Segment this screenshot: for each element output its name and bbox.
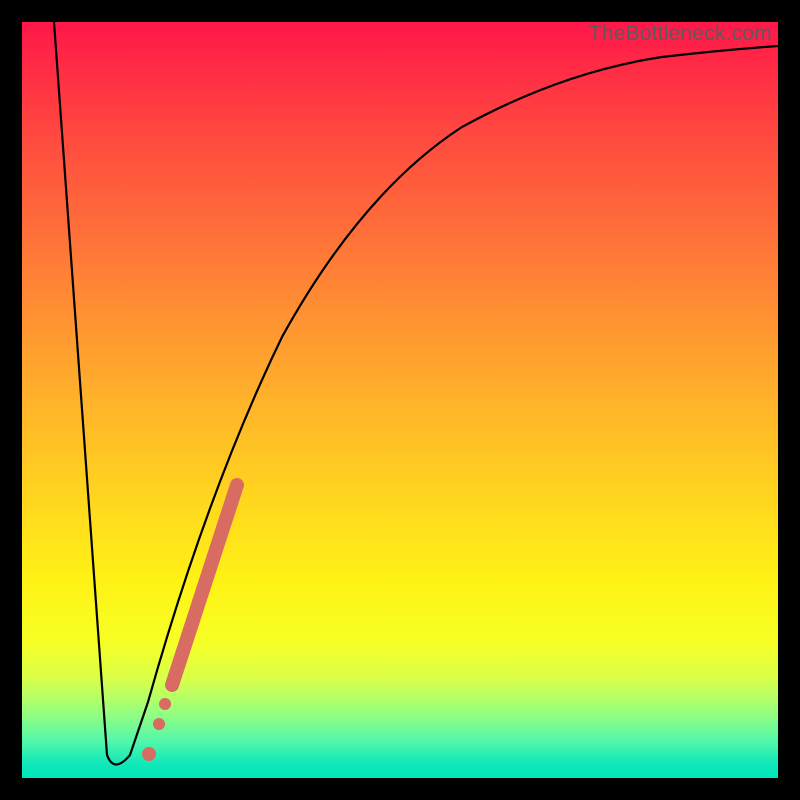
plot-area: TheBottleneck.com <box>22 22 778 778</box>
marker-3 <box>172 485 237 685</box>
watermark-text: TheBottleneck.com <box>589 22 772 46</box>
marker-2 <box>159 698 171 710</box>
curve-layer <box>54 22 778 765</box>
chart-frame: TheBottleneck.com <box>0 0 800 800</box>
marker-layer <box>142 485 237 761</box>
series-curve <box>54 22 778 765</box>
marker-0 <box>142 747 156 761</box>
marker-1 <box>153 718 165 730</box>
chart-svg <box>22 22 778 778</box>
